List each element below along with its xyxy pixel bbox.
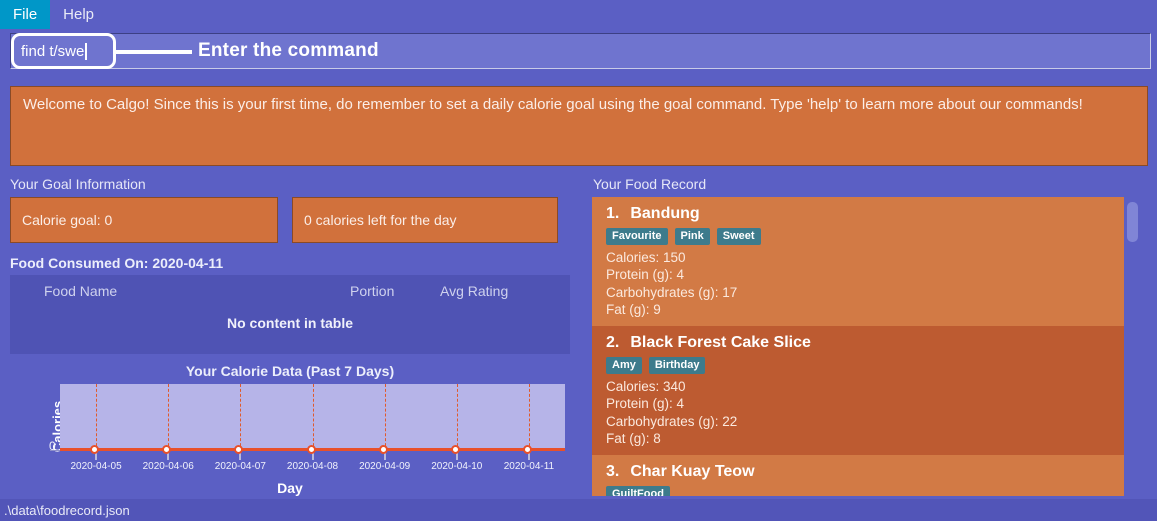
food-tag-badge: Pink bbox=[674, 228, 710, 245]
chart-gridline bbox=[528, 384, 530, 451]
status-bar-file-path: .\data\foodrecord.json bbox=[4, 502, 130, 518]
food-tag-badge: Favourite bbox=[606, 228, 668, 245]
menu-item-file[interactable]: File bbox=[0, 0, 51, 29]
app-window: File Help find t/swe Enter the command W… bbox=[0, 0, 1157, 521]
food-item-header: 3. Char Kuay Teow bbox=[606, 463, 1128, 481]
food-consumed-title: Food Consumed On: 2020-04-11 bbox=[10, 255, 224, 271]
annotation-label: Enter the command bbox=[198, 40, 379, 61]
food-record-item[interactable]: 1. Bandung Favourite Pink Sweet Calories: 150… bbox=[592, 197, 1140, 327]
food-item-calories: Calories: 340 bbox=[606, 379, 686, 395]
food-item-index: 2. bbox=[606, 334, 620, 352]
menu-bar: File Help bbox=[0, 0, 1157, 29]
food-tag-badge: Sweet bbox=[716, 228, 761, 245]
food-item-carbohydrates: Carbohydrates (g): 17 bbox=[606, 284, 738, 300]
goal-section-title: Your Goal Information bbox=[10, 176, 146, 192]
table-column-portion[interactable]: Portion bbox=[350, 283, 440, 299]
calorie-chart: Calories 0 2020-04-05 2020-04-06 2020-04-0… bbox=[10, 381, 570, 501]
table-column-avg-rating[interactable]: Avg Rating bbox=[440, 283, 540, 299]
chart-title: Your Calorie Data (Past 7 Days) bbox=[185, 363, 395, 379]
food-item-name: Bandung bbox=[630, 205, 700, 222]
food-item-index: 3. bbox=[606, 463, 620, 481]
food-tag-badge: Birthday bbox=[648, 357, 706, 375]
text-caret bbox=[85, 42, 88, 60]
food-record-item[interactable]: 2. Black Forest Cake Slice Amy Birthday Calo… bbox=[592, 326, 1140, 456]
calories-left-card: 0 calories left for the day bbox=[292, 197, 558, 243]
food-item-fat: Fat (g): 8 bbox=[606, 430, 661, 446]
food-item-protein: Protein (g): 4 bbox=[606, 267, 685, 283]
chart-data-point[interactable] bbox=[234, 445, 244, 454]
food-tag-badge: Amy bbox=[606, 357, 642, 375]
table-header-row: Food Name Portion Avg Rating bbox=[10, 275, 570, 301]
command-input-value: find t/swe bbox=[21, 42, 85, 60]
left-panel: Your Goal Information Calorie goal: 0 0 … bbox=[0, 173, 580, 499]
chart-x-tick-label: 2020-04-09 bbox=[359, 461, 411, 472]
food-item-protein: Protein (g): 4 bbox=[606, 396, 685, 412]
chart-data-point[interactable] bbox=[306, 445, 316, 454]
chart-data-point[interactable] bbox=[90, 445, 100, 454]
food-item-index: 1. bbox=[606, 205, 620, 222]
chart-gridline bbox=[312, 384, 314, 451]
menu-item-file-label: File bbox=[13, 6, 38, 23]
food-consumed-table[interactable]: Food Name Portion Avg Rating No content … bbox=[10, 275, 570, 354]
chart-x-tick-label: 2020-04-11 bbox=[503, 461, 555, 472]
scrollbar-thumb[interactable] bbox=[1127, 202, 1138, 242]
food-record-list[interactable]: 1. Bandung Favourite Pink Sweet Calories: 150… bbox=[592, 197, 1140, 496]
result-message: Welcome to Calgo! Since this is your fir… bbox=[23, 96, 1083, 113]
chart-data-point[interactable] bbox=[378, 445, 388, 454]
food-item-fat: Fat (g): 9 bbox=[606, 301, 661, 317]
calorie-goal-text: Calorie goal: 0 bbox=[22, 212, 113, 228]
chart-x-tick-label: 2020-04-06 bbox=[142, 461, 194, 472]
food-record-title: Your Food Record bbox=[593, 176, 707, 192]
chart-gridline bbox=[96, 384, 98, 451]
food-item-name: Black Forest Cake Slice bbox=[630, 334, 811, 352]
chart-x-tick-label: 2020-04-05 bbox=[70, 461, 122, 472]
chart-x-tick-label: 2020-04-07 bbox=[214, 461, 266, 472]
chart-data-point[interactable] bbox=[162, 445, 172, 454]
status-bar: .\data\foodrecord.json bbox=[0, 499, 1157, 521]
chart-x-tick-label: 2020-04-08 bbox=[286, 461, 339, 472]
result-display-box: Welcome to Calgo! Since this is your fir… bbox=[10, 86, 1148, 166]
food-record-item[interactable]: 3.Char Kuay TeowGuiltFoodCalories: 742 bbox=[592, 455, 1140, 496]
annotation-pointer-line bbox=[116, 50, 192, 54]
chart-gridline bbox=[240, 384, 242, 451]
food-item-header: 1. Bandung bbox=[606, 205, 1128, 223]
food-item-name: Char Kuay Teow bbox=[630, 463, 755, 481]
table-column-food-name[interactable]: Food Name bbox=[10, 283, 350, 299]
right-panel: Your Food Record 1. Bandung Favourite Pink S… bbox=[585, 173, 1157, 499]
chart-gridline bbox=[168, 384, 170, 451]
chart-plot-area bbox=[60, 384, 565, 451]
menu-item-help-label: Help bbox=[63, 6, 95, 23]
food-item-tags: GuiltFood bbox=[606, 486, 1128, 496]
chart-gridline bbox=[456, 384, 458, 451]
calorie-goal-card: Calorie goal: 0 bbox=[10, 197, 278, 243]
food-item-tags: Amy Birthday bbox=[606, 357, 1128, 375]
calories-left-text: 0 calories left for the day bbox=[304, 212, 457, 228]
goal-cards-row: Calorie goal: 0 0 calories left for the … bbox=[0, 197, 580, 243]
food-item-tags: Favourite Pink Sweet bbox=[606, 228, 1128, 245]
menu-item-help[interactable]: Help bbox=[50, 0, 107, 29]
food-item-calories: Calories: 150 bbox=[606, 250, 686, 265]
food-item-carbohydrates: Carbohydrates (g): 22 bbox=[606, 413, 738, 429]
food-tag-badge: GuiltFood bbox=[606, 486, 670, 496]
chart-data-point[interactable] bbox=[450, 445, 460, 454]
chart-x-axis-label: Day bbox=[277, 480, 303, 496]
food-list-scrollbar[interactable] bbox=[1124, 197, 1140, 496]
table-empty-message: No content in table bbox=[227, 315, 353, 331]
chart-gridline bbox=[384, 384, 386, 451]
chart-x-tick-label: 2020-04-10 bbox=[431, 461, 483, 472]
food-item-header: 2. Black Forest Cake Slice bbox=[606, 334, 1128, 352]
chart-data-point[interactable] bbox=[522, 445, 532, 454]
